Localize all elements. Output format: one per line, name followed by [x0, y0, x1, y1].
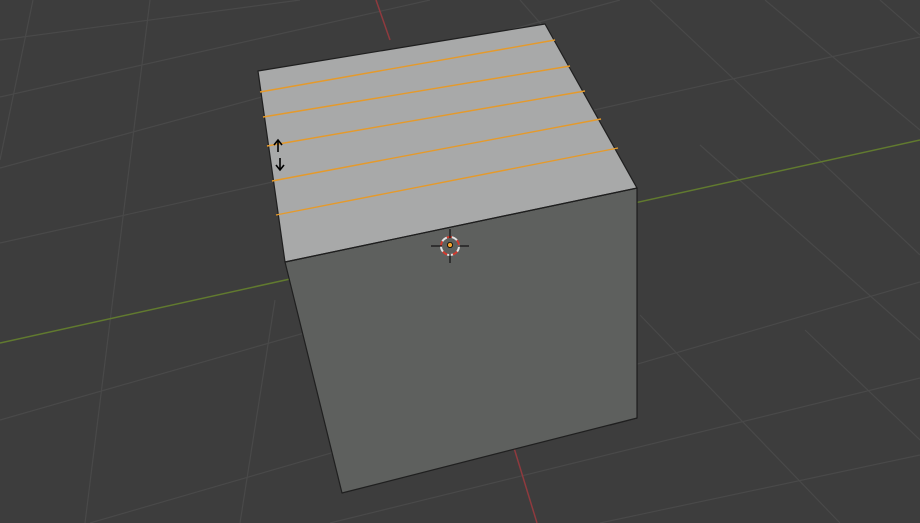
object-origin-icon — [446, 241, 453, 248]
3d-viewport[interactable] — [0, 0, 920, 523]
